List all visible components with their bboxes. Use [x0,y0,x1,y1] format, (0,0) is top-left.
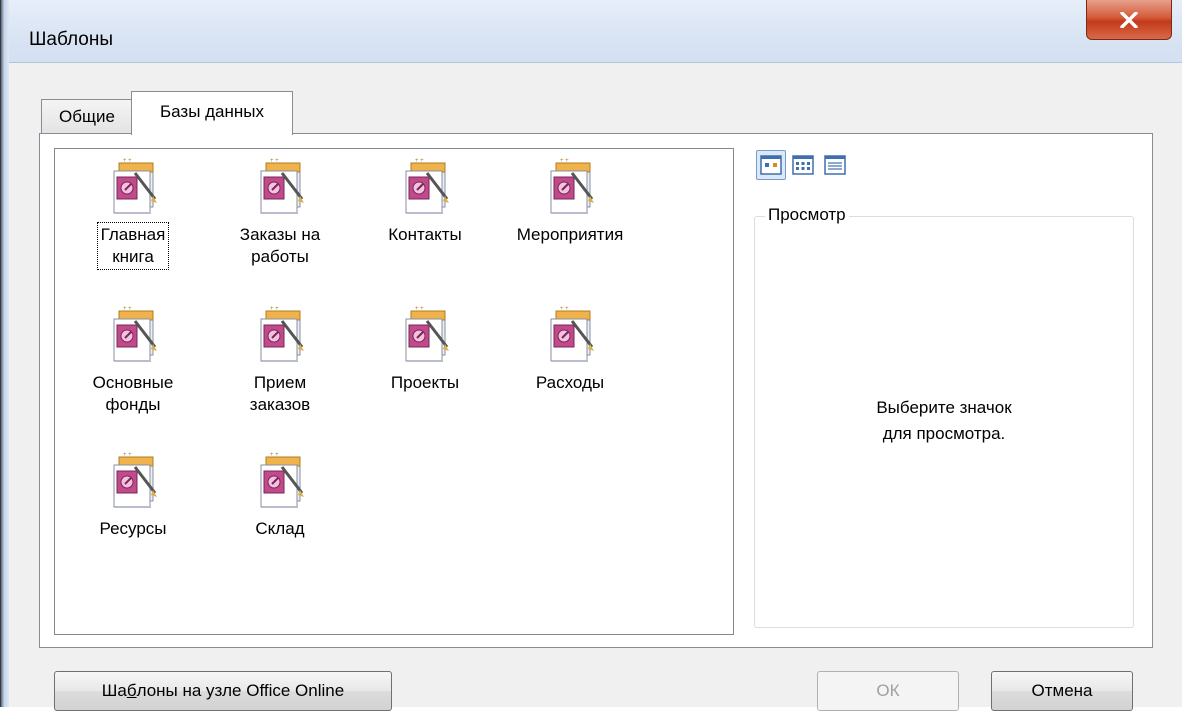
details-view-icon [824,155,846,175]
svg-text:+ +: + + [560,158,569,164]
svg-text:+ +: + + [270,306,279,312]
close-icon [1120,11,1138,28]
template-item-label: Заказы на работы [239,225,321,266]
svg-text:+ +: + + [560,306,569,312]
access-database-template-icon: + + [405,306,449,362]
template-item[interactable]: + + Расходы [500,305,640,395]
access-database-template-icon: + + [550,306,594,362]
cancel-label: Отмена [1031,681,1093,700]
template-item[interactable]: + + Проекты [355,305,495,395]
online-label-accelerator: б [126,681,137,700]
ok-button[interactable]: ОК [817,671,959,711]
svg-text:+ +: + + [123,158,132,164]
access-database-template-icon: + + [260,452,304,508]
svg-text:+ +: + + [270,158,279,164]
list-view-button[interactable] [788,150,818,180]
template-item[interactable]: + + Контакты [355,157,495,247]
list-view-icon [792,155,814,175]
template-item-label: Склад [255,519,305,538]
svg-text:+ +: + + [123,306,132,312]
template-item-label: Прием заказов [249,373,311,414]
tab-general[interactable]: Общие [41,99,133,133]
large-icons-view-icon [760,155,782,175]
template-item[interactable]: + + Основные фонды [63,305,203,417]
ok-label: ОК [876,681,900,700]
template-item[interactable]: + + Заказы на работы [210,157,350,269]
template-item-label: Расходы [535,373,605,392]
access-database-template-icon: + + [113,306,157,362]
dialog-client-area: Общие Базы данных + + Главная книга + + Зак… [9,62,1182,711]
tab-panel-databases: + + Главная книга + + Заказы на работы + + Ко… [39,133,1153,648]
access-database-template-icon: + + [113,158,157,214]
large-icons-view-button[interactable] [756,150,786,180]
online-label-prefix: Ша [101,681,127,700]
details-view-button[interactable] [820,150,850,180]
close-button[interactable] [1086,0,1172,40]
window-title: Шаблоны [29,29,114,50]
template-item[interactable]: + + Ресурсы [63,451,203,541]
svg-text:+ +: + + [415,158,424,164]
template-item-label: Мероприятия [516,225,624,244]
window-left-edge [1,0,9,707]
tab-databases[interactable]: Базы данных [131,91,293,135]
preview-legend: Просмотр [765,205,849,225]
svg-text:+ +: + + [415,306,424,312]
access-database-template-icon: + + [550,158,594,214]
template-item-label: Главная книга [96,222,170,270]
access-database-template-icon: + + [260,158,304,214]
access-database-template-icon: + + [260,306,304,362]
template-item[interactable]: + + Мероприятия [500,157,640,247]
online-label-suffix: лоны на узле Office Online [136,681,345,700]
template-item[interactable]: + + Склад [210,451,350,541]
template-item-label: Ресурсы [99,519,167,538]
templates-dialog: Шаблоны Общие Базы данных + + Главная кни… [0,0,1182,711]
template-icon-list[interactable]: + + Главная книга + + Заказы на работы + + Ко… [54,148,734,635]
template-item[interactable]: + + Прием заказов [210,305,350,417]
preview-message: Выберите значок для просмотра. [876,398,1012,443]
template-item-label: Проекты [390,373,460,392]
svg-text:+ +: + + [270,452,279,458]
tab-general-label: Общие [59,106,115,126]
preview-group: Просмотр Выберите значок для просмотра. [754,205,1134,628]
template-item-label: Контакты [388,225,462,244]
cancel-button[interactable]: Отмена [991,671,1133,711]
tab-databases-label: Базы данных [159,102,265,121]
svg-text:+ +: + + [123,452,132,458]
office-online-templates-button[interactable]: Ша б лоны на узле Office Online [54,671,392,711]
template-item[interactable]: + + Главная книга [63,157,203,270]
access-database-template-icon: + + [113,452,157,508]
template-item-label: Основные фонды [92,373,174,414]
access-database-template-icon: + + [405,158,449,214]
